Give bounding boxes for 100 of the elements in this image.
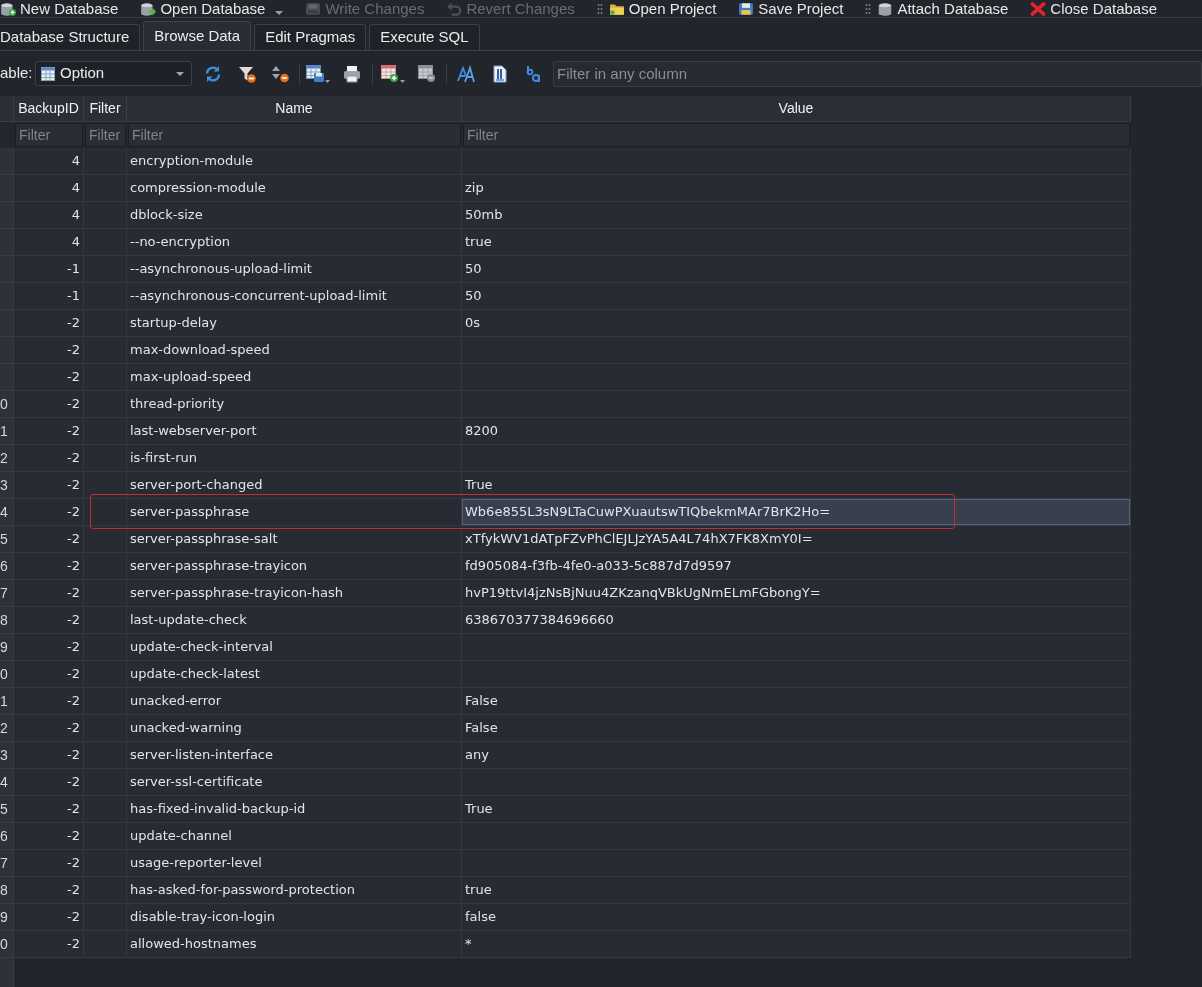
table-select[interactable]: Option: [35, 61, 192, 86]
table-cell: server-passphrase-trayicon-hash: [127, 580, 462, 607]
toolbar-button[interactable]: Save Project: [738, 0, 844, 17]
table-cell: -2: [14, 445, 84, 472]
table-cell: usage-reporter-level: [127, 850, 462, 877]
table-cell: False: [462, 715, 1131, 742]
filter-field[interactable]: Filter in any column: [553, 60, 1202, 87]
row-header[interactable]: 5: [0, 796, 14, 823]
row-header[interactable]: 0: [0, 391, 14, 418]
row-header[interactable]: 6: [0, 823, 14, 850]
column-header[interactable]: Value: [462, 96, 1131, 121]
row-header[interactable]: 7: [0, 580, 14, 607]
close-icon: [1030, 1, 1047, 16]
row-header[interactable]: 9: [0, 904, 14, 931]
row-header[interactable]: 2: [0, 715, 14, 742]
table-cell: -2: [14, 472, 84, 499]
table-cell: 4: [14, 202, 84, 229]
refresh-icon[interactable]: [204, 64, 222, 83]
toolbar-button[interactable]: Close Database: [1030, 0, 1158, 17]
table-cell: server-port-changed: [127, 472, 462, 499]
text-case-icon[interactable]: [525, 64, 543, 83]
table-plus-icon[interactable]: [381, 64, 405, 83]
filter-field[interactable]: Filter: [128, 123, 461, 147]
table-cell: -2: [14, 310, 84, 337]
column-header[interactable]: BackupID: [14, 96, 84, 121]
tab[interactable]: Edit Pragmas: [254, 24, 367, 50]
row-header[interactable]: 1: [0, 418, 14, 445]
table-cell: [84, 472, 127, 499]
sort-minus-icon[interactable]: [272, 64, 290, 83]
table-cell: 8200: [462, 418, 1131, 445]
table-cell: hvP19ttvI4jzNsBjNuu4ZKzanqVBkUgNmELmFGbongY=: [462, 580, 1131, 607]
table-cell: -2: [14, 904, 84, 931]
text-style-icon[interactable]: [457, 64, 475, 83]
caret-icon: [275, 10, 284, 15]
table-icon: [41, 66, 55, 81]
table-cell: true: [462, 877, 1131, 904]
row-header[interactable]: 2: [0, 445, 14, 472]
table-cell: is-first-run: [127, 445, 462, 472]
row-header[interactable]: 1: [0, 688, 14, 715]
table-cell: any: [462, 742, 1131, 769]
row-header[interactable]: 7: [0, 850, 14, 877]
table-cell: -2: [14, 823, 84, 850]
caret-icon: [176, 71, 184, 76]
column-header[interactable]: Name: [127, 96, 462, 121]
row-header[interactable]: 8: [0, 607, 14, 634]
filter-field[interactable]: Filter: [463, 123, 1130, 147]
table-cell: --asynchronous-concurrent-upload-limit: [127, 283, 462, 310]
table-cell: thread-priority: [127, 391, 462, 418]
table-cell: -2: [14, 769, 84, 796]
table-minus-icon[interactable]: [418, 64, 436, 83]
row-header[interactable]: 5: [0, 526, 14, 553]
row-header[interactable]: 9: [0, 634, 14, 661]
table-cell: xTfykWV1dATpFZvPhClEJLJzYA5A4L74hX7FK8XmY0I=: [462, 526, 1131, 553]
table-cell: 4: [14, 175, 84, 202]
table-cell: update-channel: [127, 823, 462, 850]
table-cell: last-webserver-port: [127, 418, 462, 445]
filter-field[interactable]: Filter: [15, 123, 83, 147]
table-cell: max-upload-speed: [127, 364, 462, 391]
database-icon: [877, 1, 894, 16]
column-header[interactable]: Filter: [84, 96, 127, 121]
grip-icon[interactable]: [596, 2, 603, 15]
toolbar-button[interactable]: Open Database: [140, 0, 284, 17]
row-header[interactable]: 8: [0, 877, 14, 904]
floppy-icon: [738, 1, 755, 16]
tab[interactable]: Execute SQL: [369, 24, 480, 50]
table-save-icon[interactable]: [306, 64, 330, 83]
table-cell: last-update-check: [127, 607, 462, 634]
funnel-minus-icon[interactable]: [238, 64, 256, 83]
table-cell: -2: [14, 364, 84, 391]
table-cell: dblock-size: [127, 202, 462, 229]
table-cell: false: [462, 904, 1131, 931]
table-cell: -2: [14, 688, 84, 715]
undo-icon: [446, 1, 463, 16]
table-cell: server-listen-interface: [127, 742, 462, 769]
row-header[interactable]: 3: [0, 472, 14, 499]
printer-icon[interactable]: [343, 64, 361, 83]
row-header[interactable]: 0: [0, 661, 14, 688]
table-cell: -2: [14, 580, 84, 607]
filter-field[interactable]: Filter: [85, 123, 126, 147]
row-header[interactable]: 3: [0, 742, 14, 769]
toolbar-button[interactable]: Open Project: [608, 0, 717, 17]
row-header[interactable]: 0: [0, 931, 14, 958]
document-icon[interactable]: [491, 64, 509, 83]
table-cell: -2: [14, 877, 84, 904]
table-cell: *: [462, 931, 1131, 958]
toolbar-button[interactable]: New Database: [0, 0, 119, 17]
row-header-strip: [0, 958, 14, 987]
row-header[interactable]: 4: [0, 769, 14, 796]
table-cell: true: [462, 229, 1131, 256]
toolbar-button[interactable]: Attach Database: [877, 0, 1009, 17]
tab[interactable]: Browse Data: [143, 21, 252, 50]
row-header[interactable]: 6: [0, 553, 14, 580]
table-cell: -2: [14, 418, 84, 445]
table-cell: -2: [14, 337, 84, 364]
grip-icon[interactable]: [865, 2, 872, 15]
row-header[interactable]: 4: [0, 499, 14, 526]
table-cell: False: [462, 688, 1131, 715]
tab[interactable]: Database Structure: [0, 24, 141, 50]
table-cell: -2: [14, 661, 84, 688]
table-cell: 4: [14, 148, 84, 175]
